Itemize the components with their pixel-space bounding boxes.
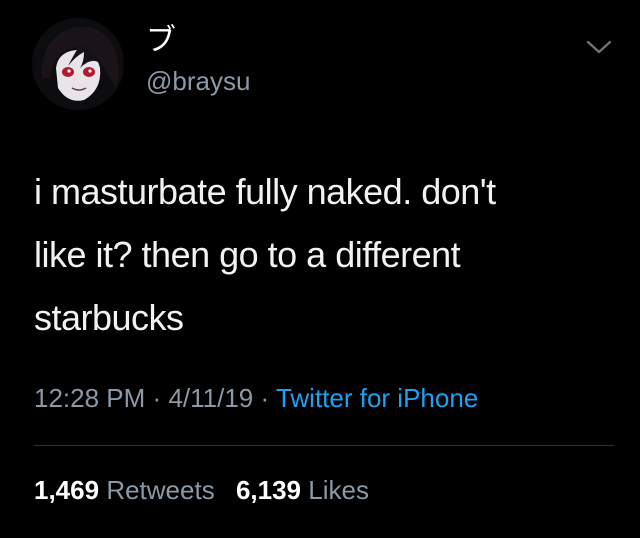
tweet-time: 12:28 PM bbox=[34, 383, 146, 413]
meta-separator: · bbox=[260, 383, 270, 413]
tweet-detail: ブ @braysu i masturbate fully naked. don'… bbox=[0, 0, 640, 538]
likes-label: Likes bbox=[308, 475, 369, 505]
avatar[interactable] bbox=[32, 18, 124, 110]
retweets-stat[interactable]: 1,469 Retweets bbox=[34, 475, 215, 505]
retweets-count: 1,469 bbox=[34, 475, 100, 505]
avatar-image bbox=[32, 18, 124, 110]
tweet-source-link[interactable]: Twitter for iPhone bbox=[276, 383, 478, 413]
divider bbox=[34, 445, 614, 446]
tweet-text-line: like it? then go to a different bbox=[34, 234, 461, 275]
tweet-text-line: i masturbate fully naked. don't bbox=[34, 171, 496, 212]
display-name[interactable]: ブ bbox=[146, 24, 176, 58]
tweet-date: 4/11/19 bbox=[168, 383, 254, 413]
chevron-down-icon[interactable] bbox=[584, 36, 614, 58]
likes-count: 6,139 bbox=[235, 475, 302, 505]
likes-stat[interactable]: 6,139 Likes bbox=[236, 475, 369, 505]
tweet-text: i masturbate fully naked. don't like it?… bbox=[34, 160, 614, 349]
tweet-text-line: starbucks bbox=[34, 297, 184, 338]
meta-separator: · bbox=[152, 383, 162, 413]
tweet-metadata: 12:28 PM · 4/11/19 · Twitter for iPhone bbox=[34, 382, 478, 414]
retweets-label: Retweets bbox=[106, 475, 215, 505]
username-handle[interactable]: @braysu bbox=[146, 66, 250, 96]
tweet-stats: 1,469 Retweets 6,139 Likes bbox=[34, 474, 369, 506]
